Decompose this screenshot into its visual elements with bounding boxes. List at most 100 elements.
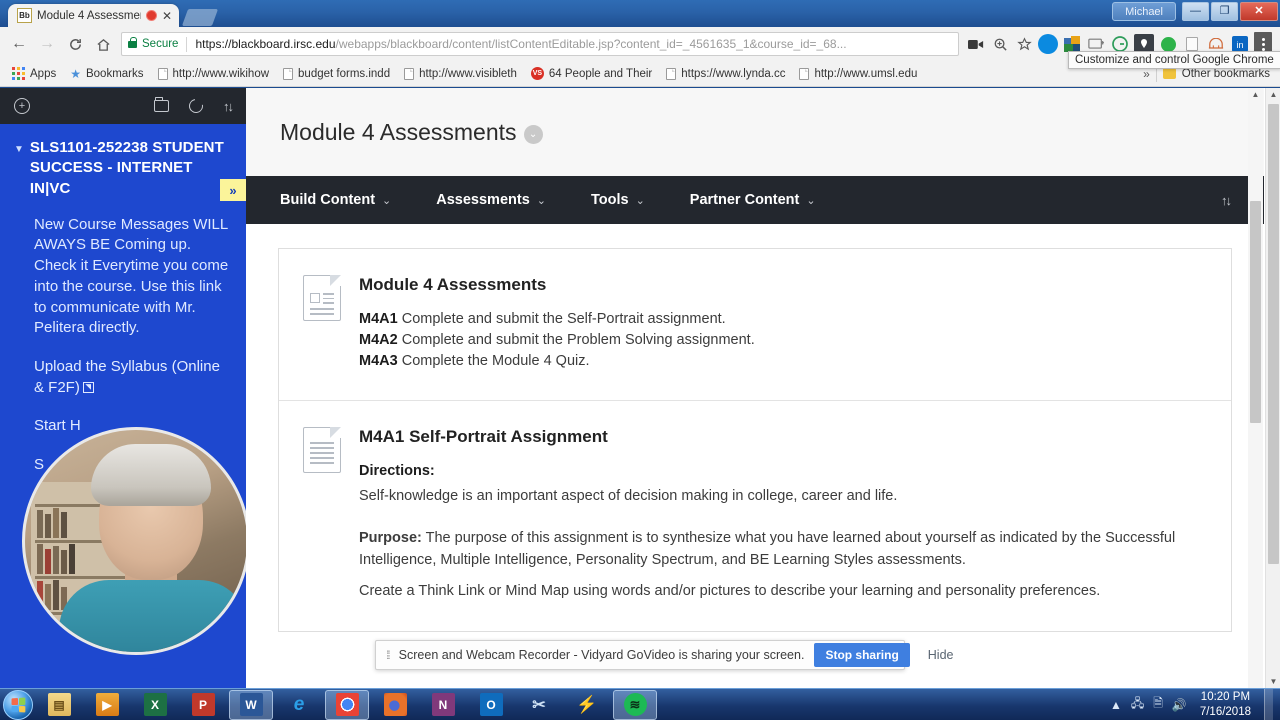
scroll-down-icon[interactable]: ▼ bbox=[1266, 675, 1280, 688]
spotify-icon: ≋ bbox=[623, 693, 647, 716]
taskbar-microsoft-powerpoint[interactable]: P bbox=[181, 690, 225, 720]
show-desktop-button[interactable] bbox=[1264, 688, 1273, 720]
content-item-body: Module 4 Assessments M4A1 Complete and s… bbox=[359, 275, 1205, 372]
add-icon[interactable]: + bbox=[14, 98, 30, 114]
user-profile-button[interactable]: Michael bbox=[1112, 2, 1176, 21]
taskbar-mozilla-firefox[interactable] bbox=[373, 690, 417, 720]
battery-icon[interactable]: 🗎 bbox=[1153, 694, 1163, 715]
folder-icon[interactable] bbox=[154, 97, 169, 112]
taskbar-flash-app[interactable]: ⚡ bbox=[565, 690, 609, 720]
network-icon[interactable]: 🖧 bbox=[1131, 694, 1144, 715]
expand-menu-button[interactable]: » bbox=[220, 179, 246, 201]
action-partner-content[interactable]: Partner Content ⌄ bbox=[690, 192, 839, 208]
inner-scrollbar-thumb[interactable] bbox=[1250, 201, 1261, 423]
show-hidden-icons-icon[interactable]: ▲ bbox=[1110, 698, 1122, 712]
windows-logo-icon bbox=[11, 697, 26, 712]
word-icon: W bbox=[239, 693, 263, 716]
page-viewport: + ↑↓ » ▼ SLS1101-252238 STUDENT SUCCESS … bbox=[0, 88, 1280, 688]
folder-icon bbox=[1162, 65, 1176, 79]
url-scheme: https:// bbox=[195, 37, 232, 51]
recording-indicator-icon bbox=[146, 10, 157, 21]
bookmark-item-umsl[interactable]: http://www.umsl.edu bbox=[793, 64, 923, 84]
clock-date: 7/16/2018 bbox=[1199, 705, 1251, 718]
taskbar-microsoft-onenote[interactable]: N bbox=[421, 690, 465, 720]
volume-icon[interactable]: 🔊 bbox=[1172, 698, 1187, 712]
content-page-header: Module 4 Assessments ⌄ bbox=[246, 88, 1264, 176]
content-item-title[interactable]: M4A1 Self-Portrait Assignment bbox=[359, 427, 1205, 447]
doc-thumb-shape bbox=[310, 293, 320, 303]
refresh-icon[interactable] bbox=[186, 96, 206, 116]
url-text: https://blackboard.irsc.edu/webapps/blac… bbox=[195, 37, 846, 51]
bookmark-star-icon[interactable] bbox=[1014, 34, 1034, 54]
action-label: Tools bbox=[590, 192, 629, 208]
taskbar-spotify[interactable]: ≋ bbox=[613, 689, 657, 720]
tab-close-icon[interactable]: ✕ bbox=[162, 10, 172, 22]
hide-button[interactable]: Hide bbox=[920, 648, 962, 662]
reorder-icon[interactable]: ↑↓ bbox=[1221, 193, 1232, 208]
scroll-up-icon[interactable]: ▲ bbox=[1248, 88, 1263, 101]
content-action-bar: Build Content ⌄ Assessments ⌄ Tools ⌄ Pa… bbox=[246, 176, 1264, 224]
reload-icon[interactable] bbox=[62, 31, 88, 57]
reorder-icon[interactable]: ↑↓ bbox=[223, 99, 234, 114]
item-text: Complete and submit the Problem Solving … bbox=[397, 332, 755, 349]
action-label: Partner Content bbox=[689, 192, 800, 208]
bookmark-item-budget-forms[interactable]: budget forms.indd bbox=[277, 64, 396, 84]
page-scrollbar[interactable]: ▲ ▼ bbox=[1265, 88, 1280, 688]
taskbar-snipping-tool[interactable]: ✂ bbox=[517, 690, 561, 720]
page-icon bbox=[283, 67, 294, 80]
video-camera-icon[interactable] bbox=[966, 34, 986, 54]
opera-extension-icon[interactable] bbox=[1038, 34, 1058, 54]
bookmark-item-visiblethinking[interactable]: http://www.visibleth bbox=[398, 64, 523, 84]
scroll-up-icon[interactable]: ▲ bbox=[1266, 88, 1280, 101]
course-title: SLS1101-252238 STUDENT SUCCESS - INTERNE… bbox=[29, 139, 224, 197]
page-scrollbar-thumb[interactable] bbox=[1268, 104, 1279, 564]
taskbar-windows-media-player[interactable]: ▶ bbox=[85, 690, 129, 720]
close-button[interactable]: ✕ bbox=[1240, 2, 1278, 21]
apps-shortcut[interactable]: Apps bbox=[6, 64, 62, 84]
content-item-title[interactable]: Module 4 Assessments bbox=[359, 275, 1205, 295]
page-title-menu-icon[interactable]: ⌄ bbox=[523, 124, 543, 144]
doc-lines-shape bbox=[310, 308, 334, 318]
stop-sharing-button[interactable]: Stop sharing bbox=[814, 643, 910, 667]
content-item-line: M4A1 Complete and submit the Self-Portra… bbox=[359, 309, 1205, 330]
minimize-button[interactable]: — bbox=[1182, 2, 1209, 21]
bookmark-item-wikihow[interactable]: http://www.wikihow bbox=[152, 64, 276, 84]
bookmark-item-lynda[interactable]: https://www.lynda.cc bbox=[660, 64, 791, 84]
maximize-button[interactable]: ❐ bbox=[1211, 2, 1238, 21]
course-title-row: ▼ SLS1101-252238 STUDENT SUCCESS - INTER… bbox=[14, 138, 230, 199]
other-bookmarks-label[interactable]: Other bookmarks bbox=[1182, 68, 1270, 80]
item-text: Complete the Module 4 Quiz. bbox=[397, 353, 590, 370]
action-build-content[interactable]: Build Content ⌄ bbox=[280, 192, 414, 208]
browser-tab[interactable]: Bb Module 4 Assessment ✕ bbox=[8, 4, 180, 27]
address-bar[interactable]: Secure https://blackboard.irsc.edu/webap… bbox=[121, 32, 959, 56]
url-domain: blackboard.irsc.edu bbox=[231, 37, 336, 51]
bookmark-item-64-people[interactable]: VS 64 People and Their bbox=[525, 64, 658, 84]
taskbar-microsoft-word[interactable]: W bbox=[229, 689, 273, 720]
page-title-text: Module 4 Assessments bbox=[280, 118, 517, 145]
back-button[interactable]: ← bbox=[6, 31, 32, 57]
apps-label: Apps bbox=[30, 67, 57, 80]
start-button[interactable] bbox=[3, 689, 33, 720]
taskbar-microsoft-outlook[interactable]: O bbox=[469, 690, 513, 720]
taskbar-google-chrome[interactable] bbox=[325, 689, 369, 720]
action-assessments[interactable]: Assessments ⌄ bbox=[436, 192, 569, 208]
taskbar-microsoft-excel[interactable]: X bbox=[133, 690, 177, 720]
home-icon[interactable] bbox=[90, 31, 116, 57]
windows-taskbar: ▤ ▶ X P W e N O ✂ ⚡ ≋ ▲ 🖧 🗎 🔊 10:20 PM 7… bbox=[0, 688, 1280, 720]
taskbar-internet-explorer[interactable]: e bbox=[277, 690, 321, 720]
chevron-down-icon[interactable]: ▼ bbox=[14, 144, 24, 199]
action-tools[interactable]: Tools ⌄ bbox=[591, 192, 668, 208]
outlook-icon: O bbox=[479, 693, 503, 716]
taskbar-file-explorer[interactable]: ▤ bbox=[37, 690, 81, 720]
sidebar-link-upload-syllabus[interactable]: Upload the Syllabus (Online & F2F) bbox=[14, 357, 230, 398]
directions-label-text: Directions: bbox=[359, 463, 435, 480]
page-title: Module 4 Assessments ⌄ bbox=[280, 119, 543, 146]
bookmark-item-bookmarks[interactable]: ★ Bookmarks bbox=[64, 64, 149, 84]
inner-scrollbar[interactable]: ▲ bbox=[1248, 88, 1263, 688]
clock[interactable]: 10:20 PM 7/16/2018 bbox=[1196, 690, 1251, 719]
new-tab-button[interactable] bbox=[181, 9, 219, 26]
drag-handle-icon[interactable]: ⁞⁞ bbox=[386, 648, 390, 662]
forward-button[interactable]: → bbox=[34, 31, 60, 57]
onenote-icon: N bbox=[431, 693, 455, 716]
zoom-icon[interactable] bbox=[990, 34, 1010, 54]
